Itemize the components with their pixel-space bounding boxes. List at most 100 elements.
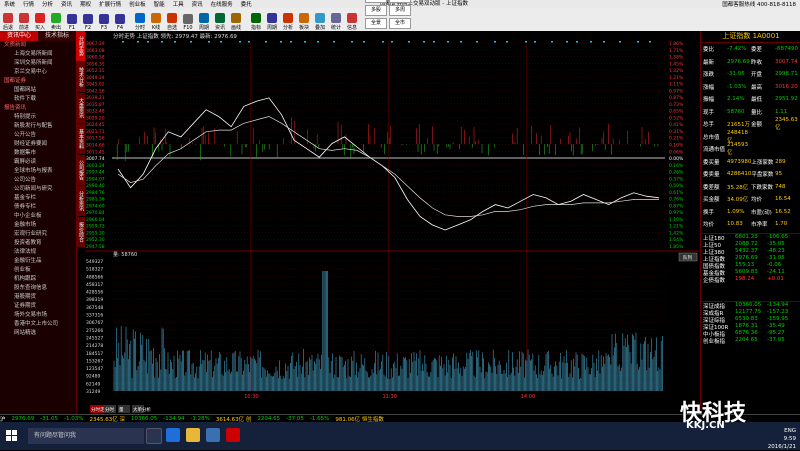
index-row[interactable]: 企债指数 198.24 +0.01 [701, 276, 800, 284]
toolbar-button[interactable]: 买入 [32, 10, 48, 31]
sidebar-item[interactable]: 中小企业板 [0, 212, 76, 221]
intraday-chart[interactable]: 分时走势 上证指数 领先: 2979.47 最新: 2976.69 3067.39… [85, 31, 700, 414]
sidebar-item[interactable]: 公开公告 [0, 131, 76, 140]
vertical-tab[interactable]: 分析资讯 [76, 186, 85, 216]
menu-item[interactable]: 在线服务 [207, 0, 237, 8]
menu-item[interactable]: 扩展行情 [95, 0, 125, 8]
toolbar-button[interactable]: 统计 [328, 10, 344, 31]
sidebar-section[interactable]: 报告资讯 [0, 104, 76, 113]
index-row[interactable]: 深成指R 12177.75 -157.23 [701, 309, 800, 317]
index-row[interactable]: 上证180 6801.23 -106.65 [701, 234, 800, 242]
menu-item[interactable]: 创业板 [125, 0, 150, 8]
taskbar-search-input[interactable]: 有问题尽管问我 [28, 428, 144, 444]
toolbar-button[interactable]: 板块 [296, 10, 312, 31]
sidebar-item[interactable]: 金融衍生品 [0, 257, 76, 266]
toolbar-button[interactable]: F10 [180, 10, 196, 31]
sidebar-section[interactable]: 国都证券 [0, 77, 76, 86]
index-row[interactable]: 上证指数 2976.69 -31.05 [701, 255, 800, 263]
sidebar-item[interactable]: 港股期货 [0, 293, 76, 302]
toolbar-button[interactable]: 周期 [196, 10, 212, 31]
sidebar-item[interactable]: 国都网站 [0, 86, 76, 95]
toolbar-button[interactable]: 后退 [0, 10, 16, 31]
toolbar-select[interactable]: 多周 [389, 5, 411, 16]
file-explorer-icon[interactable] [186, 428, 200, 442]
toolbar-button[interactable]: F3 [96, 10, 112, 31]
toolbar-select[interactable]: 多股 [365, 5, 387, 16]
sidebar-item[interactable]: 上海交易所新闻 [0, 50, 76, 59]
menu-item[interactable]: 资讯 [57, 0, 76, 8]
sidebar-item[interactable]: 京兰交易中心 [0, 68, 76, 77]
sidebar-item[interactable]: 创业板 [0, 266, 76, 275]
edge-browser-icon[interactable] [166, 428, 180, 442]
toolbar-button[interactable]: 自选 [164, 10, 180, 31]
sidebar-item[interactable]: 基金专栏 [0, 194, 76, 203]
toolbar-button[interactable]: 分时 [132, 10, 148, 31]
sidebar-item[interactable]: 特别提示 [0, 113, 76, 122]
sidebar-item[interactable]: 股东查询信息 [0, 284, 76, 293]
windows-start-icon[interactable] [6, 430, 18, 442]
vertical-tab[interactable]: 技术分析 [76, 62, 85, 92]
index-row[interactable]: 创业板指 2204.65 -37.05 [701, 337, 800, 345]
sidebar-section[interactable]: 文质新闻 [0, 41, 76, 50]
sidebar-item[interactable]: 新股发行与配售 [0, 122, 76, 131]
index-row[interactable]: 中小板指 6876.36 -95.27 [701, 330, 800, 338]
vertical-tab[interactable]: 报价综合 [76, 217, 85, 247]
toolbar-button[interactable]: 分析 [280, 10, 296, 31]
sidebar-item[interactable]: 公司公告 [0, 176, 76, 185]
toolbar-button[interactable]: 资讯 [212, 10, 228, 31]
toolbar-button[interactable]: 前进 [16, 10, 32, 31]
task-view-icon[interactable] [146, 428, 162, 444]
sidebar-item[interactable]: 投资者教育 [0, 239, 76, 248]
toolbar-button[interactable]: 指标 [248, 10, 264, 31]
toolbar-button[interactable]: 信息 [344, 10, 360, 31]
sidebar-item[interactable]: 机构跟踪 [0, 275, 76, 284]
menu-item[interactable]: 智能 [150, 0, 169, 8]
chart-area[interactable]: 分时走势 上证指数 领先: 2979.47 最新: 2976.69 3067.39… [85, 31, 700, 414]
menu-item[interactable]: 分析 [38, 0, 57, 8]
sidebar-tab[interactable]: 资讯中心 [0, 31, 38, 41]
toolbar-button[interactable]: 卖出 [48, 10, 64, 31]
sidebar-item[interactable]: 香港中文上市公司 [0, 320, 76, 329]
toolbar-select[interactable]: 大盘 [365, 0, 387, 3]
index-row[interactable]: 国债指数 155.13 -0.06 [701, 262, 800, 270]
toolbar-button[interactable]: F1 [64, 10, 80, 31]
vertical-tab[interactable]: 分时走势 [76, 31, 85, 61]
menu-item[interactable]: 工具 [169, 0, 188, 8]
index-row[interactable]: 深证成指 10366.05 -134.94 [701, 302, 800, 310]
menu-item[interactable]: 系统 [0, 0, 19, 8]
toolbar-button[interactable]: F2 [80, 10, 96, 31]
menu-item[interactable]: 行情 [19, 0, 38, 8]
toolbar-select[interactable]: 全景 [365, 18, 387, 29]
store-icon[interactable] [206, 428, 220, 442]
toolbar-select[interactable]: 全部 [389, 0, 411, 3]
sidebar-item[interactable]: 财经证券要闻 [0, 140, 76, 149]
index-row[interactable]: 上证380 5432.37 -48.23 [701, 248, 800, 256]
sidebar-item[interactable]: 深圳交易所新闻 [0, 59, 76, 68]
sidebar-item[interactable]: 债券专栏 [0, 203, 76, 212]
vertical-tab[interactable]: 大盘资讯 [76, 93, 85, 123]
vertical-tab[interactable]: 公司报告 [76, 155, 85, 185]
sidebar-item[interactable]: 公司新闻与研究 [0, 185, 76, 194]
toolbar-button[interactable]: F4 [112, 10, 128, 31]
toolbar-button[interactable]: 画线 [228, 10, 244, 31]
toolbar-select[interactable]: 全市 [389, 18, 411, 29]
sidebar-item[interactable]: 场外交易市场 [0, 311, 76, 320]
sidebar-item[interactable]: 全球市场与报表 [0, 167, 76, 176]
sidebar-item[interactable]: 霸屏必读 [0, 158, 76, 167]
menu-item[interactable]: 期权 [76, 0, 95, 8]
sidebar-item[interactable]: 数据集市 [0, 149, 76, 158]
index-row[interactable]: 基金指数 5609.83 -24.11 [701, 269, 800, 277]
sidebar-item[interactable]: 金融市场 [0, 221, 76, 230]
sidebar-item[interactable]: 网站精选 [0, 329, 76, 338]
index-row[interactable]: 深证100R 1876.31 -35.49 [701, 323, 800, 331]
toolbar-button[interactable]: K线 [148, 10, 164, 31]
toolbar-button[interactable]: 周期 [264, 10, 280, 31]
sidebar-item[interactable]: 软件下载 [0, 95, 76, 104]
sidebar-tab[interactable]: 技术指标 [38, 31, 76, 41]
vertical-tab[interactable]: 基本资料 [76, 124, 85, 154]
menu-item[interactable]: 资讯 [188, 0, 207, 8]
index-row[interactable]: 深证综指 6530.83 -159.95 [701, 316, 800, 324]
sidebar-item[interactable]: 法律法规 [0, 248, 76, 257]
toolbar-button[interactable]: 叠加 [312, 10, 328, 31]
sidebar-item[interactable]: 宏观行业研究 [0, 230, 76, 239]
